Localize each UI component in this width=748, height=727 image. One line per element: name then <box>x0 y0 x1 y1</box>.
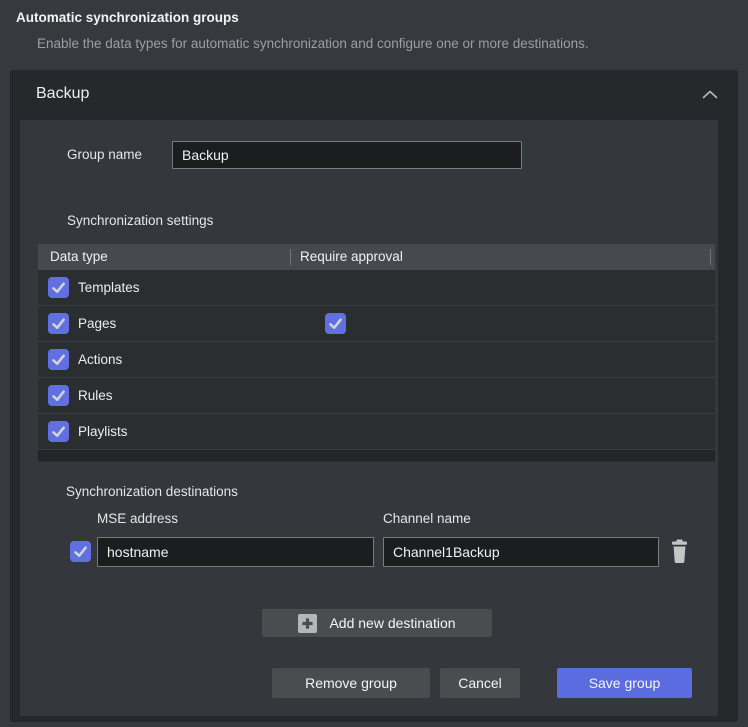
cancel-button[interactable]: Cancel <box>440 668 520 698</box>
panel-header: Backup <box>10 70 738 120</box>
mse-address-label: MSE address <box>97 511 178 526</box>
table-footer <box>38 450 715 461</box>
backup-group-panel: Backup Group name Synchronization settin… <box>10 70 738 722</box>
save-group-button[interactable]: Save group <box>557 668 692 698</box>
page-title: Automatic synchronization groups <box>16 10 239 25</box>
data-type-label: Playlists <box>78 424 128 439</box>
table-row: Playlists <box>38 414 715 450</box>
sync-settings-heading: Synchronization settings <box>67 213 213 228</box>
column-header-require-approval: Require approval <box>300 249 403 264</box>
plus-icon <box>298 614 317 633</box>
mse-address-input[interactable] <box>97 537 374 567</box>
data-type-checkbox[interactable] <box>48 421 69 442</box>
chevron-up-icon <box>702 86 718 104</box>
group-name-input[interactable] <box>172 141 522 169</box>
table-row: Pages <box>38 306 715 342</box>
add-destination-button[interactable]: Add new destination <box>262 609 492 637</box>
delete-destination-button[interactable] <box>666 537 692 567</box>
panel-content: Group name Synchronization settings Data… <box>20 120 718 716</box>
destination-enabled-checkbox[interactable] <box>70 541 91 562</box>
channel-name-input[interactable] <box>383 537 659 567</box>
data-type-label: Pages <box>78 316 116 331</box>
page-subtitle: Enable the data types for automatic sync… <box>37 36 589 51</box>
table-row: Templates <box>38 270 715 306</box>
remove-group-button[interactable]: Remove group <box>272 668 430 698</box>
column-divider <box>290 249 291 265</box>
column-divider <box>710 249 711 265</box>
table-header-row: Data type Require approval <box>38 244 715 270</box>
group-name-label: Group name <box>67 147 142 162</box>
channel-name-label: Channel name <box>383 511 471 526</box>
add-destination-label: Add new destination <box>329 615 455 631</box>
data-type-label: Actions <box>78 352 122 367</box>
table-row: Actions <box>38 342 715 378</box>
collapse-panel-button[interactable] <box>696 82 724 108</box>
data-type-checkbox[interactable] <box>48 277 69 298</box>
data-type-label: Templates <box>78 280 140 295</box>
require-approval-checkbox[interactable] <box>325 313 346 334</box>
data-type-checkbox[interactable] <box>48 385 69 406</box>
trash-icon <box>670 539 689 566</box>
data-type-checkbox[interactable] <box>48 313 69 334</box>
column-header-data-type: Data type <box>50 249 108 264</box>
table-row: Rules <box>38 378 715 414</box>
data-type-checkbox[interactable] <box>48 349 69 370</box>
sync-destinations-heading: Synchronization destinations <box>66 484 238 499</box>
panel-title: Backup <box>36 85 89 103</box>
sync-settings-table: Data type Require approval Templates Pag… <box>38 244 715 462</box>
data-type-label: Rules <box>78 388 113 403</box>
